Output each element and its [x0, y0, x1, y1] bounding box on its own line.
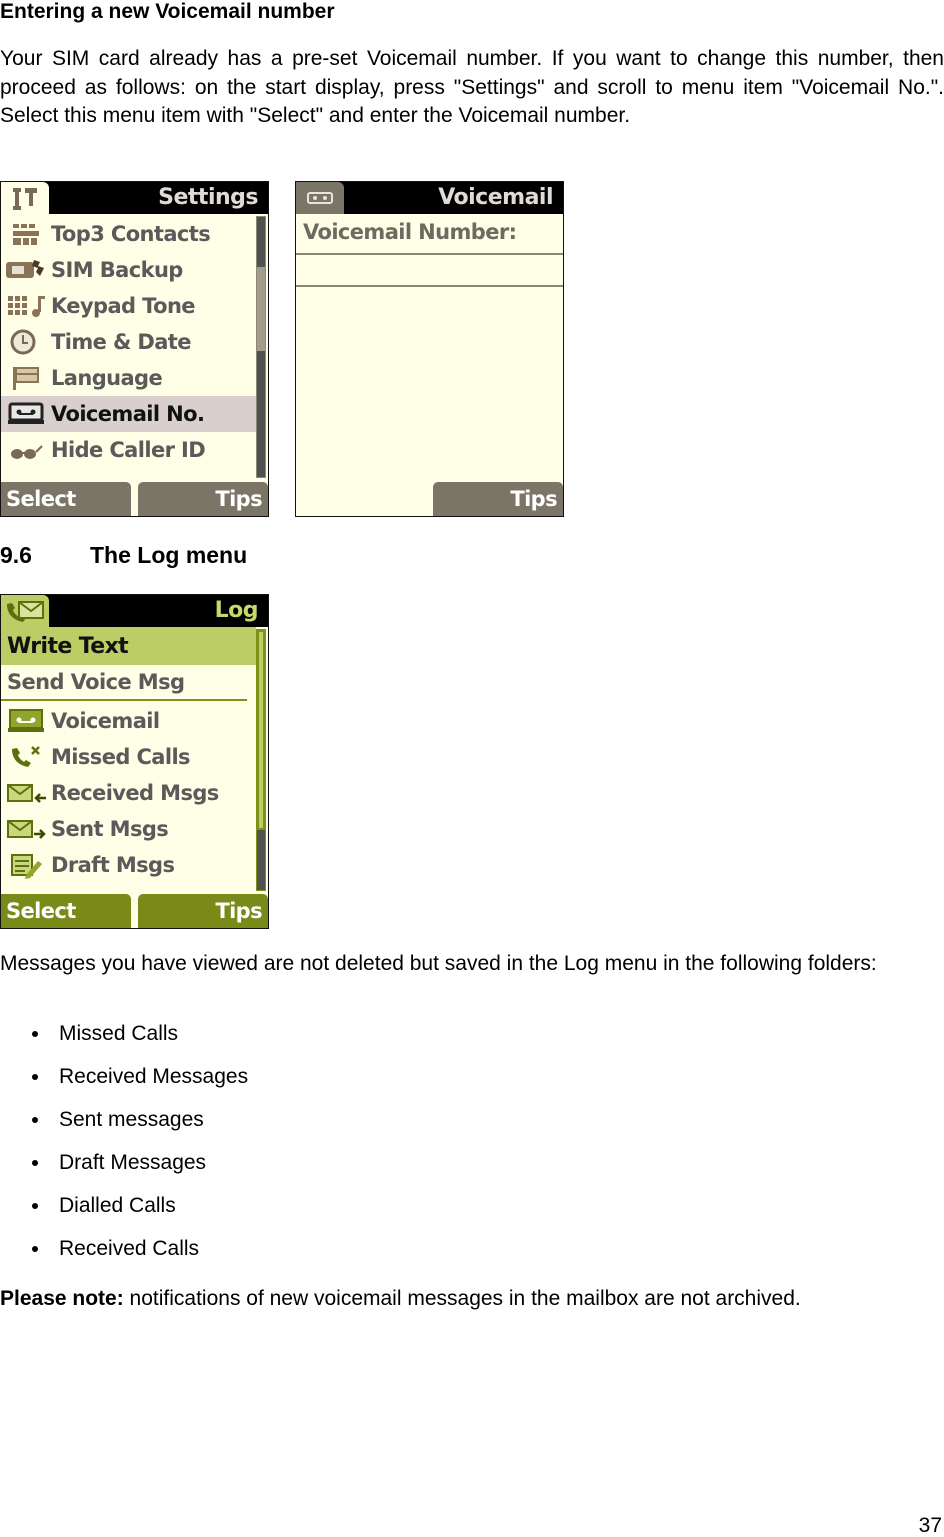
log-tab — [1, 595, 49, 629]
menu-item-draft-msgs[interactable]: Draft Msgs — [1, 847, 253, 883]
settings-tab — [1, 182, 49, 216]
menu-item-write-text[interactable]: Write Text — [1, 627, 256, 665]
menu-item-label: Top3 Contacts — [51, 222, 211, 246]
softkey-select[interactable]: Select — [1, 482, 131, 516]
scrollbar-thumb[interactable] — [257, 630, 265, 830]
page-number: 37 — [918, 1514, 942, 1537]
menu-item-label: SIM Backup — [51, 258, 183, 282]
voicemail-tab — [296, 182, 344, 216]
softkey-tips[interactable]: Tips — [138, 482, 268, 516]
menu-item-time-date[interactable]: Time & Date — [1, 324, 253, 360]
settings-title: Settings — [158, 185, 258, 210]
note-text: notifications of new voicemail messages … — [123, 1287, 801, 1310]
bullet-icon — [32, 1117, 38, 1123]
clock-icon — [10, 329, 36, 355]
log-title: Log — [214, 598, 259, 623]
sim-backup-icon — [6, 260, 44, 278]
menu-item-label: Time & Date — [51, 330, 191, 354]
menu-item-label: Draft Msgs — [51, 853, 175, 877]
note-label: Please note: — [0, 1287, 124, 1310]
contacts-grid-icon — [13, 224, 39, 245]
call-envelope-icon — [7, 601, 44, 622]
menu-item-label: Received Msgs — [51, 781, 219, 805]
bullet-icon — [32, 1031, 38, 1037]
voicemail-icon — [8, 709, 44, 732]
bullet-icon — [32, 1160, 38, 1166]
list-item: Dialled Calls — [32, 1192, 248, 1235]
section-number: 9.6 — [0, 542, 32, 568]
log-folder-list: Missed Calls Received Messages Sent mess… — [32, 1020, 248, 1278]
received-msg-icon — [7, 784, 46, 803]
softkey-tips[interactable]: Tips — [138, 894, 268, 928]
sent-msg-icon — [7, 820, 46, 839]
list-item: Draft Messages — [32, 1149, 248, 1192]
menu-item-send-voice-msg[interactable]: Send Voice Msg — [1, 665, 247, 701]
bullet-icon — [32, 1203, 38, 1209]
voicemail-title: Voicemail — [438, 185, 553, 210]
menu-item-label: Voicemail No. — [51, 402, 205, 426]
softkey-select[interactable]: Select — [1, 894, 131, 928]
list-item: Sent messages — [32, 1106, 248, 1149]
menu-item-hide-caller-id[interactable]: Hide Caller ID — [1, 432, 253, 468]
menu-item-sim-backup[interactable]: SIM Backup — [1, 252, 253, 288]
draft-msg-icon — [11, 854, 42, 879]
menu-item-label: Missed Calls — [51, 745, 191, 769]
voicemail-icon — [307, 192, 333, 204]
menu-item-label: Sent Msgs — [51, 817, 169, 841]
scrollbar-thumb[interactable] — [257, 267, 265, 351]
field-label: Voicemail Number: — [303, 220, 517, 244]
flag-icon — [13, 367, 39, 390]
list-item: Received Calls — [32, 1235, 248, 1278]
menu-item-label: Keypad Tone — [51, 294, 196, 318]
menu-item-missed-calls[interactable]: Missed Calls — [1, 739, 253, 775]
menu-item-keypad-tone[interactable]: Keypad Tone — [1, 288, 253, 324]
intro-paragraph: Your SIM card already has a pre-set Voic… — [0, 47, 944, 127]
menu-item-label: Language — [51, 366, 163, 390]
missed-call-icon — [12, 746, 40, 767]
bullet-icon — [32, 1246, 38, 1252]
menu-item-voicemail-no[interactable]: Voicemail No. — [1, 396, 256, 432]
menu-item-sent-msgs[interactable]: Sent Msgs — [1, 811, 253, 847]
list-item: Missed Calls — [32, 1020, 248, 1063]
scrollbar[interactable] — [256, 216, 266, 478]
settings-screen-image: Settings Top3 Contacts SIM Backup Keypad… — [0, 181, 269, 517]
scrollbar[interactable] — [256, 629, 266, 891]
section-title: The Log menu — [90, 542, 248, 568]
bullet-icon — [32, 1074, 38, 1080]
keypad-tone-icon — [8, 296, 45, 317]
softkey-tips[interactable]: Tips — [433, 482, 563, 516]
menu-item-label: Voicemail — [51, 709, 160, 733]
menu-item-top3-contacts[interactable]: Top3 Contacts — [1, 216, 253, 252]
glasses-icon — [11, 445, 43, 459]
voicemail-icon — [8, 402, 44, 424]
voicemail-number-input[interactable] — [296, 253, 563, 287]
menu-item-voicemail[interactable]: Voicemail — [1, 703, 253, 739]
list-item: Received Messages — [32, 1063, 248, 1106]
log-paragraph: Messages you have viewed are not deleted… — [0, 952, 877, 975]
log-screen-image: Log Write Text Send Voice Msg Voicemail … — [0, 594, 269, 929]
menu-item-language[interactable]: Language — [1, 360, 253, 396]
subsection-heading: Entering a new Voicemail number — [0, 0, 335, 23]
tools-icon — [13, 188, 37, 210]
voicemail-screen-image: Voicemail Voicemail Number: Tips — [295, 181, 564, 517]
menu-item-label: Hide Caller ID — [51, 438, 206, 462]
menu-item-received-msgs[interactable]: Received Msgs — [1, 775, 253, 811]
note-paragraph: Please note: notifications of new voicem… — [0, 1285, 944, 1314]
